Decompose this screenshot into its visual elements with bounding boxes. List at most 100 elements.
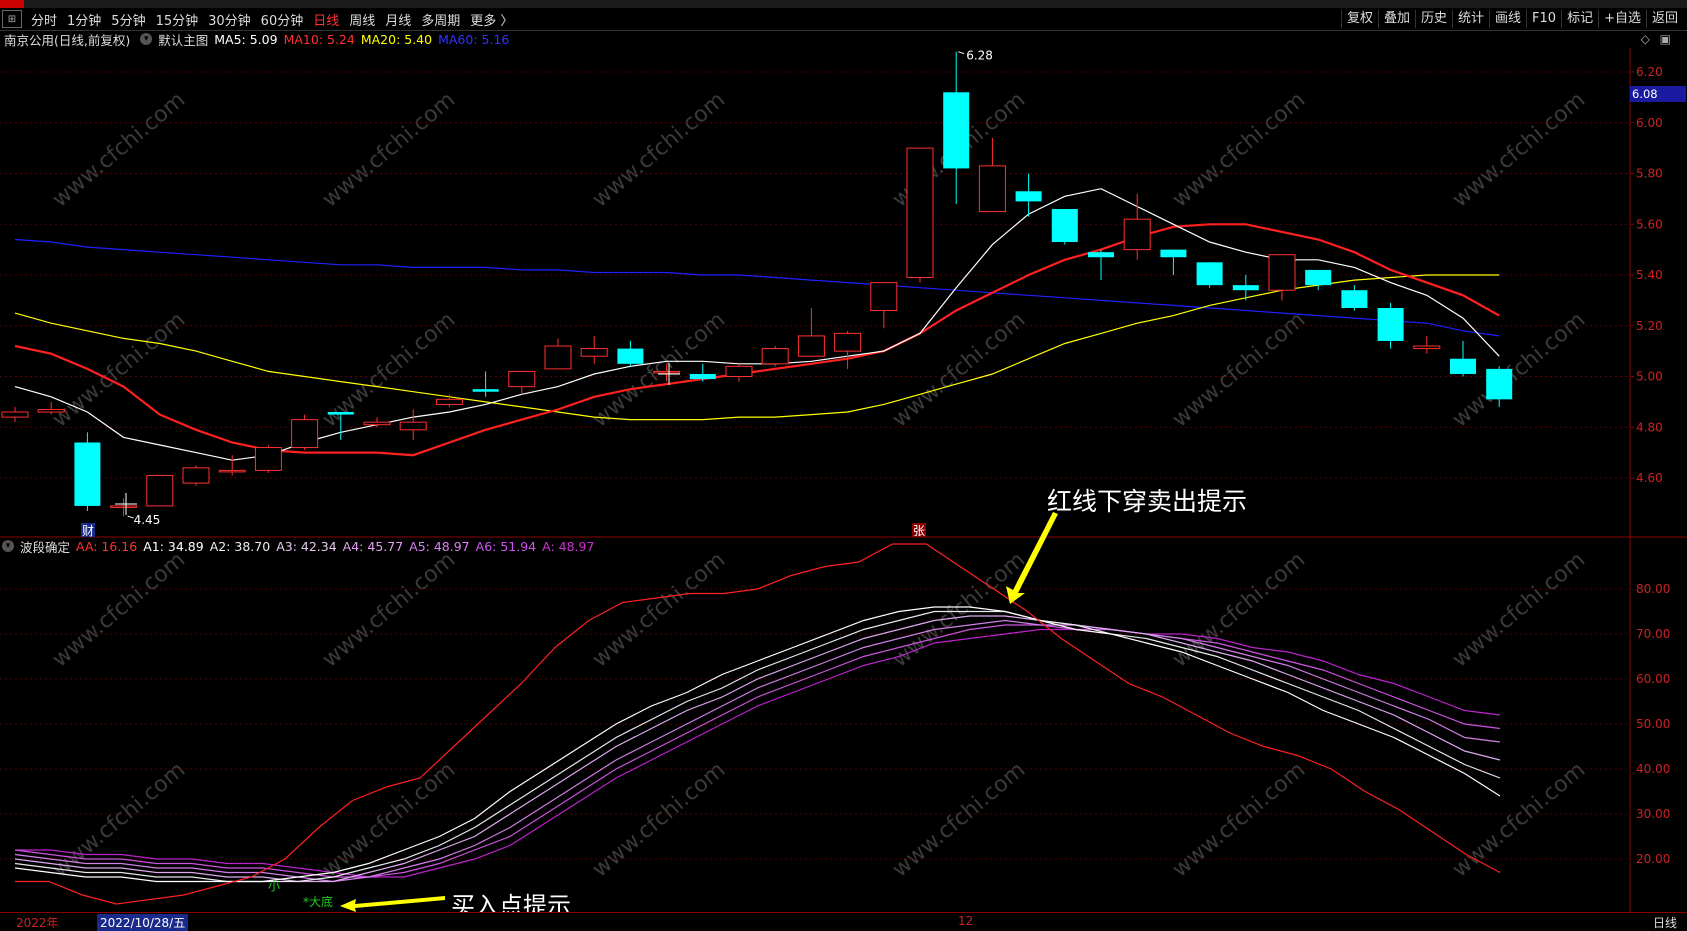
toolbar-button[interactable]: 历史 [1414,10,1452,28]
sub-axis-label: 60.00 [1636,672,1670,686]
watermark-text: www.cfchi.com [318,87,460,212]
candle-body-up [182,467,210,484]
period-tab[interactable]: 1分钟 [62,10,106,29]
app-logo [0,0,24,8]
toolbar-button[interactable]: 复权 [1340,10,1378,28]
toolbar-button[interactable]: 标记 [1561,10,1598,28]
candle-body-down [943,92,970,169]
ma10-value: MA10: 5.24 [283,31,355,47]
status-mode[interactable]: 日线 [1653,914,1677,931]
period-tab[interactable]: 更多 〉 [465,10,518,29]
period-tab[interactable]: 月线 [380,10,416,29]
period-tabs: ⊞ 分时 1分钟 5分钟 15分钟 30分钟 60分钟 日线 周线 月线 多周期 更多 〉 [0,8,518,30]
status-year: 2022年 [16,916,59,930]
price-axis-label: 4.60 [1636,471,1663,485]
period-toolbar: ⊞ 分时 1分钟 5分钟 15分钟 30分钟 60分钟 日线 周线 月线 多周期 更多 〉 复权 叠加… [0,8,1687,31]
period-tab[interactable]: 日线 [308,10,344,29]
candle-body-up [761,348,789,365]
buy-arrow [340,896,445,912]
period-tab[interactable]: 30分钟 [203,10,256,29]
toolbar-button[interactable]: 返回 [1645,10,1683,28]
sub-axis-label: 30.00 [1636,807,1670,821]
aa-line [15,543,1501,905]
toolbar-button[interactable]: +自选 [1598,10,1646,28]
high-pointer [958,51,965,55]
a2-line [14,610,1501,883]
toolbar-button[interactable]: 统计 [1452,10,1489,28]
sub-axis-label: 70.00 [1636,627,1670,641]
sell-hint-annotation: 红线下穿卖出提示 [1047,487,1248,516]
toolbar-button[interactable]: F10 [1526,10,1561,28]
restore-icon[interactable]: ▣ [1660,32,1671,46]
period-tab[interactable]: 分时 [26,10,62,29]
period-tab[interactable]: 多周期 [416,10,465,29]
a4-line [14,619,1501,883]
sub-axis-label: 50.00 [1636,717,1670,731]
watermark-text: www.cfchi.com [1168,547,1310,672]
price-axis-label: 4.80 [1636,420,1663,434]
diamond-icon[interactable]: ◇ [1641,32,1650,46]
candle-body-up [1268,254,1296,291]
candle-body-up [544,345,572,370]
candle-body-down [1377,307,1404,341]
candle-body-down [1160,249,1187,258]
watermark-text: www.cfchi.com [588,307,730,432]
a6-line [15,628,1501,878]
status-date: 2022/10/28/五 [97,914,189,931]
candle-body-down [472,389,499,392]
kline-chart[interactable]: www.cfchi.com www.cfchi.com www.cfchi.com w… [0,48,1687,912]
candle-body-down [74,442,101,506]
period-tab[interactable]: 15分钟 [151,10,204,29]
candle-body-up [1,411,29,418]
candle-body-up [110,505,138,508]
low-label: 4.45 [134,513,161,527]
high-label: 6.28 [966,49,993,63]
watermark-text: www.cfchi.com [1448,547,1590,672]
crosshair-marker [115,493,137,515]
candle-body-down [1196,262,1223,286]
watermark-text: www.cfchi.com [888,757,1030,882]
toolbar-button[interactable]: 画线 [1489,10,1526,28]
zhang-marker: 张 [913,524,925,538]
ma20-value: MA20: 5.40 [360,31,433,47]
period-tab[interactable]: 60分钟 [256,10,309,29]
watermark-text: www.cfchi.com [1168,757,1310,882]
candle-body-up [725,365,753,378]
candle-body-up [363,421,391,426]
candle-body-down [689,373,716,380]
toolbar-button[interactable]: 叠加 [1377,10,1415,28]
candle-body-up [580,348,608,357]
candle-body-up [797,335,825,357]
sub-axis-label: 20.00 [1636,852,1670,866]
candle-body-up [146,474,174,507]
ma5-value: MA5: 5.09 [214,31,278,47]
price-axis-label: 5.60 [1636,217,1663,231]
candle-body-down [1051,209,1078,243]
watermark-text: www.cfchi.com [48,87,190,212]
watermark-text: www.cfchi.com [318,547,460,672]
sub-axis-label: 40.00 [1636,762,1670,776]
candle-body-up [870,282,898,312]
candle-body-up [435,398,463,405]
grid-icon[interactable]: ⊞ [2,10,22,28]
indicator-name[interactable]: 默认主图 [158,30,208,49]
candle-body-down [1305,269,1332,286]
chevron-down-icon[interactable]: ▾ [140,33,153,45]
candle-body-up [254,447,282,471]
window-controls: ◇ ▣ [1641,32,1671,46]
watermark-text: www.cfchi.com [888,307,1030,432]
candle-body-down [1232,285,1259,291]
candle-body-down [1341,290,1368,308]
price-axis-label: 5.40 [1636,268,1663,282]
stock-title: 南京公用(日线,前复权) [4,32,131,48]
candle-body-down [327,412,354,415]
watermark-text: www.cfchi.com [1168,87,1310,212]
period-tab[interactable]: 周线 [344,10,380,29]
ma60-value: MA60: 5.16 [438,31,510,47]
price-axis-label: 5.80 [1636,167,1663,181]
candle-body-down [1088,252,1114,258]
candle-body-down [1015,191,1042,202]
period-tab[interactable]: 5分钟 [106,10,150,29]
a1-line [14,606,1501,883]
status-bar: 2022年 2022/10/28/五 12 日线 [0,912,1687,931]
